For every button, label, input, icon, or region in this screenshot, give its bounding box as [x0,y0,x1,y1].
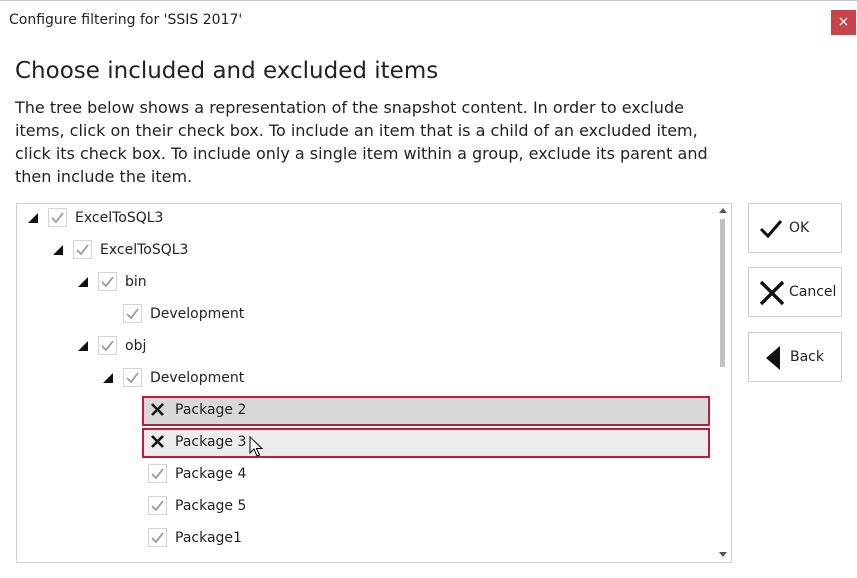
tree-item-label: Package1 [175,530,242,546]
tree-item[interactable]: ExcelToSQL3 [17,204,715,235]
check-mark-icon [101,340,114,352]
tree-item-label: Package 3 [175,434,247,450]
x-mark-icon [151,435,164,448]
tree-item[interactable]: obj [17,331,715,363]
included-checkbox[interactable] [148,496,167,515]
mouse-cursor-icon [249,436,264,457]
page-heading: Choose included and excluded items [15,58,439,84]
tree-item-label: bin [125,274,147,290]
close-x-icon [759,280,785,306]
tree-item-label: ExcelToSQL3 [75,210,164,226]
scroll-thumb[interactable] [720,219,725,367]
included-checkbox[interactable] [48,208,67,227]
ok-button-label: OK [789,220,810,236]
cancel-button[interactable]: Cancel [748,267,842,317]
x-mark-icon [151,403,164,416]
tree-item-label: Development [150,306,245,322]
check-mark-icon [126,308,139,320]
tree-item[interactable]: bin [17,267,715,299]
checkmark-icon [759,220,783,239]
tree-item-label: Package 5 [175,498,247,514]
snapshot-tree[interactable]: ExcelToSQL3 ExcelToSQL3 bin Development obj D… [16,203,732,563]
description-text: The tree below shows a representation of… [15,98,708,186]
check-mark-icon [151,468,164,480]
check-mark-icon [51,212,64,224]
collapse-triangle-icon[interactable] [78,277,88,287]
included-checkbox[interactable] [123,368,142,387]
title-bar: Configure filtering for 'SSIS 2017' × [0,0,857,40]
collapse-triangle-icon[interactable] [53,245,63,255]
excluded-checkbox[interactable] [148,432,167,451]
cancel-button-label: Cancel [789,284,837,300]
close-icon: × [837,14,850,30]
tree-item[interactable]: Package 5 [17,491,715,523]
collapse-triangle-icon[interactable] [78,341,88,351]
scroll-up-arrow-icon[interactable] [719,208,727,213]
included-checkbox[interactable] [73,240,92,259]
tree-item-label: Development [150,370,245,386]
back-arrow-icon [766,346,780,370]
included-checkbox[interactable] [123,304,142,323]
tree-item[interactable]: ExcelToSQL3 [17,235,715,267]
included-checkbox[interactable] [148,464,167,483]
included-checkbox[interactable] [148,528,167,547]
ok-button[interactable]: OK [748,203,842,253]
check-mark-icon [76,244,89,256]
included-checkbox[interactable] [98,336,117,355]
excluded-checkbox[interactable] [148,400,167,419]
back-button-label: Back [790,349,824,365]
tree-item-label: Package 2 [175,402,247,418]
back-button[interactable]: Back [748,332,842,382]
tree-item[interactable]: Development [17,363,715,395]
check-mark-icon [151,532,164,544]
tree-item-label: obj [125,338,147,354]
check-mark-icon [151,500,164,512]
tree-scrollbar[interactable] [715,204,731,562]
check-mark-icon [101,276,114,288]
tree-item[interactable]: Package1 [17,523,715,555]
window-title: Configure filtering for 'SSIS 2017' [9,12,243,28]
check-mark-icon [126,372,139,384]
tree-item-label: Package 4 [175,466,247,482]
close-button[interactable]: × [831,10,856,35]
tree-item[interactable]: Package 4 [17,459,715,491]
tree-item[interactable]: Development [17,299,715,331]
tree-item-label: ExcelToSQL3 [100,242,189,258]
collapse-triangle-icon[interactable] [103,373,113,383]
scroll-down-arrow-icon[interactable] [719,552,727,557]
tree-item[interactable]: Package 3 [17,427,715,459]
included-checkbox[interactable] [98,272,117,291]
tree-item[interactable]: Package 2 [17,395,715,427]
collapse-triangle-icon[interactable] [28,213,38,223]
